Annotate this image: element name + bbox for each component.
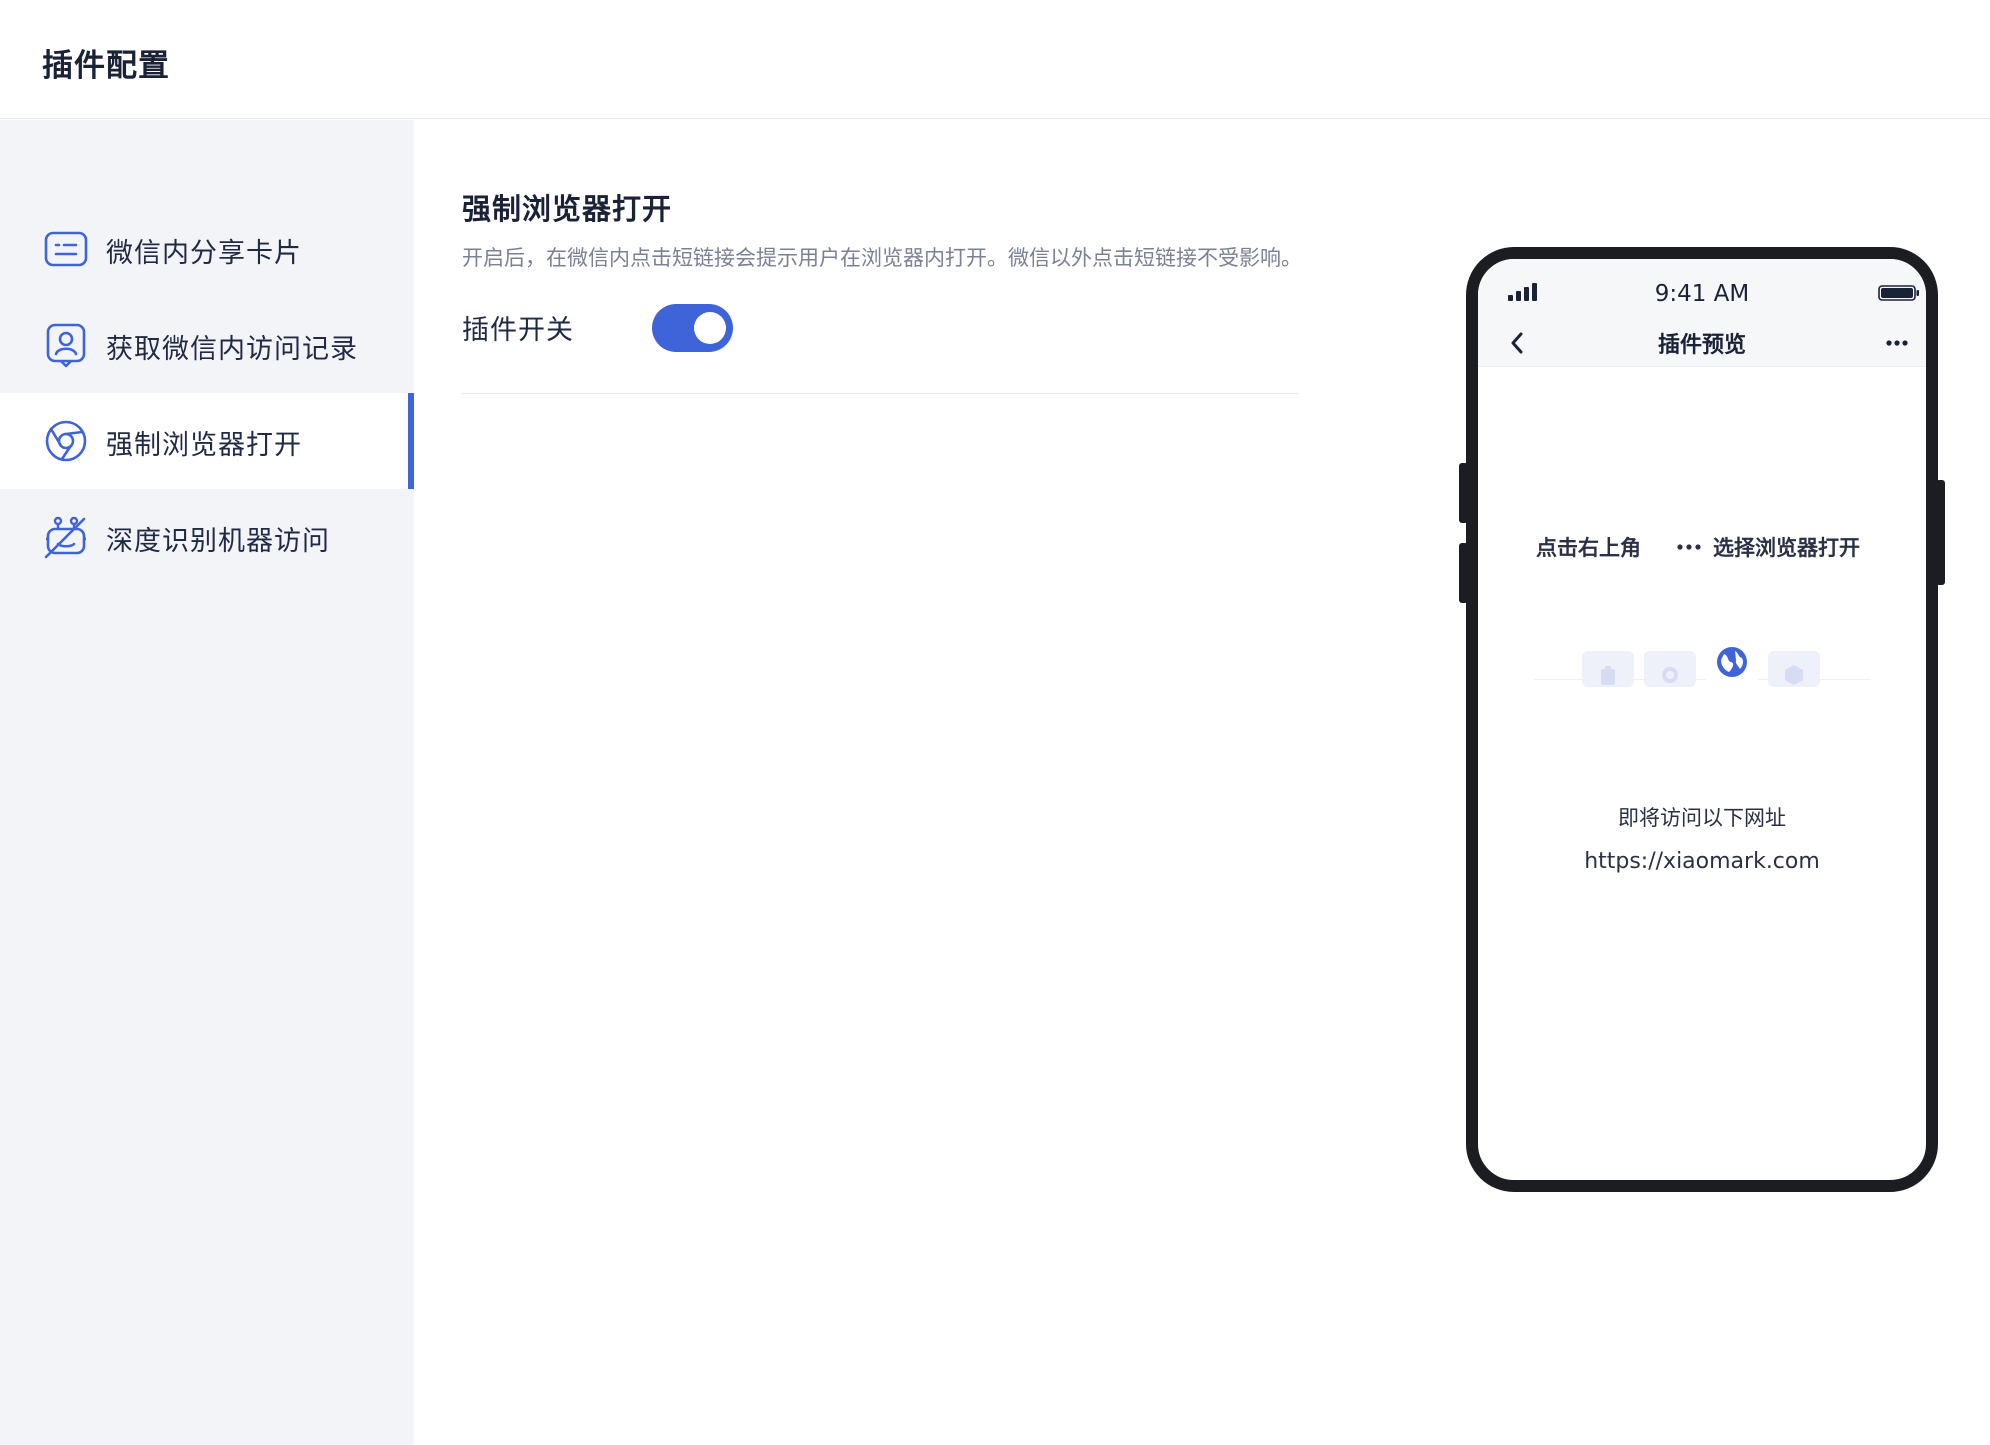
plugin-switch-label: 插件开关	[462, 315, 574, 346]
share-tile-2	[1644, 651, 1696, 687]
page-title: 插件配置	[42, 48, 170, 84]
section-description: 开启后，在微信内点击短链接会提示用户在浏览器内打开。微信以外点击短链接不受影响。	[462, 246, 1302, 270]
battery-icon	[1878, 285, 1919, 301]
hint-text-left: 点击右上角	[1536, 536, 1641, 560]
sidebar-item-visit-record[interactable]: 获取微信内访问记录	[0, 297, 414, 393]
section-title: 强制浏览器打开	[462, 192, 673, 226]
share-card-icon	[44, 231, 88, 267]
hint-text-right: 选择浏览器打开	[1713, 536, 1860, 560]
more-dots-icon	[1677, 544, 1701, 550]
visitor-record-icon	[46, 323, 86, 368]
share-tile-4	[1768, 651, 1820, 687]
sidebar-item-force-browser[interactable]: 强制浏览器打开	[0, 393, 414, 489]
robot-detect-icon	[44, 516, 86, 559]
sidebar-item-label: 强制浏览器打开	[106, 430, 302, 461]
more-icon[interactable]	[1886, 340, 1908, 346]
browser-icon	[45, 420, 87, 462]
section-divider	[462, 393, 1298, 394]
toggle-knob	[694, 312, 726, 344]
globe-icon	[1717, 647, 1747, 677]
visit-url: https://xiaomark.com	[1584, 849, 1820, 874]
share-tile-1	[1582, 651, 1634, 687]
settings-gear-icon	[1662, 667, 1678, 683]
status-time: 9:41 AM	[1654, 281, 1750, 307]
phone-status-bar: 9:41 AM	[1478, 259, 1926, 317]
phone-nav-bar: 插件预览	[1478, 317, 1926, 367]
plugin-switch-toggle[interactable]	[652, 304, 733, 352]
visit-text: 即将访问以下网址	[1618, 806, 1786, 830]
sidebar: 微信内分享卡片 获取微信内访问记录 强制浏览器打开 深度识别机器访问	[0, 120, 414, 1445]
cube-icon	[1785, 665, 1803, 685]
sidebar-item-robot-detect[interactable]: 深度识别机器访问	[0, 489, 414, 585]
top-bar: 插件配置	[0, 0, 1990, 119]
sidebar-item-label: 深度识别机器访问	[106, 526, 330, 557]
sidebar-item-share-card[interactable]: 微信内分享卡片	[0, 201, 414, 297]
sidebar-item-label: 微信内分享卡片	[106, 238, 302, 269]
clipboard-icon	[1601, 666, 1615, 685]
preview-nav-title: 插件预览	[1657, 333, 1746, 358]
phone-preview: 9:41 AM 插件预览 点击右上角 选择浏览器打开 即将访问以下网址 http…	[1466, 247, 1938, 1192]
sidebar-item-label: 获取微信内访问记录	[106, 334, 358, 365]
share-tile-browser	[1706, 639, 1758, 687]
